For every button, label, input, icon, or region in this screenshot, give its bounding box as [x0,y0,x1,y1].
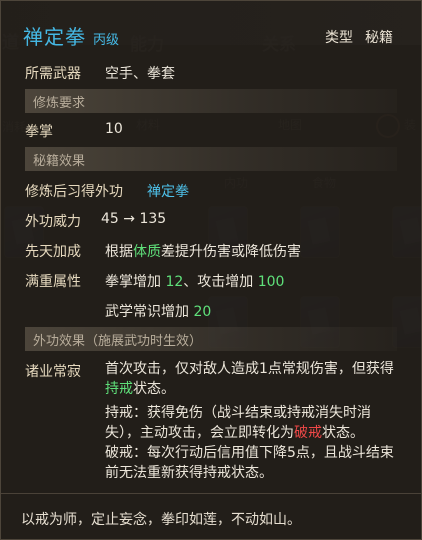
skill-text: 状态。 [322,425,364,441]
innate-attribute: 体质 [133,244,161,260]
skill-effect-paragraph-3: 破戒：每次行动后信用值下降5点，且战斗结束前无法重新获得持戒状态。 [105,445,394,481]
power-value: 45 → 135 [101,211,166,227]
max-attr-label: 满重属性 [25,274,81,290]
max-attr-text: 、攻击增加 [183,274,254,290]
max-attr-number: 100 [257,274,285,290]
type-value: 秘籍 [365,30,393,46]
innate-suffix: 差提升伤害或降低伤害 [161,244,301,260]
section-requirements: 修炼要求 [25,89,397,113]
tooltip-header: 禅定拳 丙级 类型 秘籍 [1,1,421,49]
requirement-label: 拳掌 [25,124,53,140]
weapon-label: 所需武器 [25,66,81,82]
item-tooltip: 禅定拳 丙级 类型 秘籍 所需武器 空手、拳套 修炼要求 拳掌 10 秘籍效果 … [0,0,422,540]
skill-text: 状态。 [133,381,175,397]
power-to: 135 [139,211,167,227]
skill-text: 首次攻击，仅对敌人造成1点常规伤害，但获得 [105,361,394,377]
innate-value: 根据体质差提升伤害或降低伤害 [105,241,301,261]
power-label: 外功威力 [25,214,81,230]
max-attr-line1: 拳掌增加 12、攻击增加 100 [105,271,284,291]
status-keyword: 持戒 [105,381,133,397]
status-keyword: 破戒 [294,425,322,441]
learned-label: 修炼后习得外功 [25,184,123,200]
section-external-title: 外功效果（施展武功时生效） [33,334,203,349]
requirement-value: 10 [105,121,123,137]
weapon-value: 空手、拳套 [105,66,175,82]
section-requirements-title: 修炼要求 [33,96,86,111]
power-from: 45 [101,211,119,227]
arrow-right-icon: → [123,211,136,227]
max-attr-number: 20 [193,304,212,320]
learned-skill-link[interactable]: 禅定拳 [147,181,189,201]
section-effects-title: 秘籍效果 [33,154,86,169]
innate-prefix: 根据 [105,244,133,260]
skill-effect-label: 诸业常寂 [25,364,81,380]
skill-effect-paragraph-1: 首次攻击，仅对敌人造成1点常规伤害，但获得持戒状态。 [105,359,405,399]
max-attr-number: 12 [165,274,184,290]
section-external-effect: 外功效果（施展武功时生效） [25,327,397,351]
section-effects: 秘籍效果 [25,147,397,171]
max-attr-line2: 武学常识增加 20 [105,301,211,321]
max-attr-text: 武学常识增加 [105,304,189,320]
skill-effect-paragraph-2: 持戒：获得免伤（战斗结束或持戒消失时消失），主动攻击，会立即转化为破戒状态。 [105,403,405,443]
innate-label: 先天加成 [25,244,81,260]
flavor-quote: 以戒为师，定止妄念，拳印如莲，不动如山。 [21,512,301,528]
item-grade: 丙级 [93,33,120,48]
type-label: 类型 [325,30,353,46]
divider [1,493,421,494]
max-attr-text: 拳掌增加 [105,274,161,290]
item-title: 禅定拳 [23,25,86,49]
